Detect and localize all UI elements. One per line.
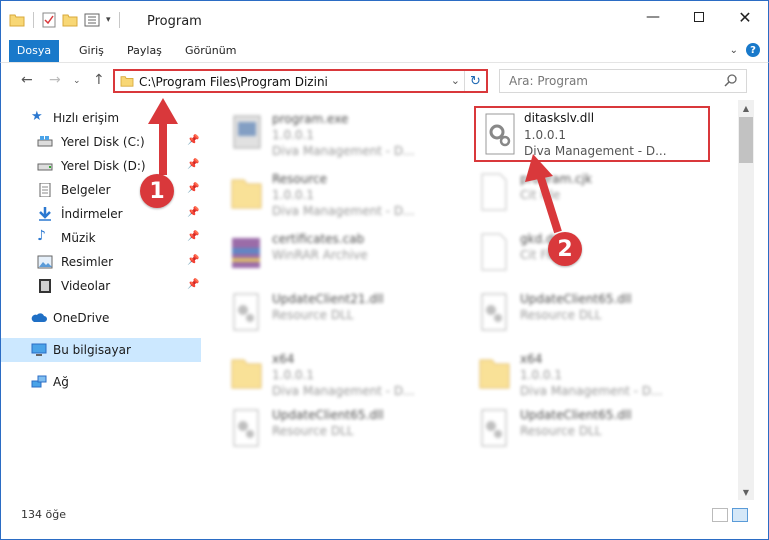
- arrow-1: [148, 98, 178, 175]
- arrow-2: [525, 154, 562, 234]
- step-1-badge: 1: [140, 174, 174, 208]
- annotation-overlay: [148, 98, 562, 234]
- step-2-badge: 2: [548, 232, 582, 266]
